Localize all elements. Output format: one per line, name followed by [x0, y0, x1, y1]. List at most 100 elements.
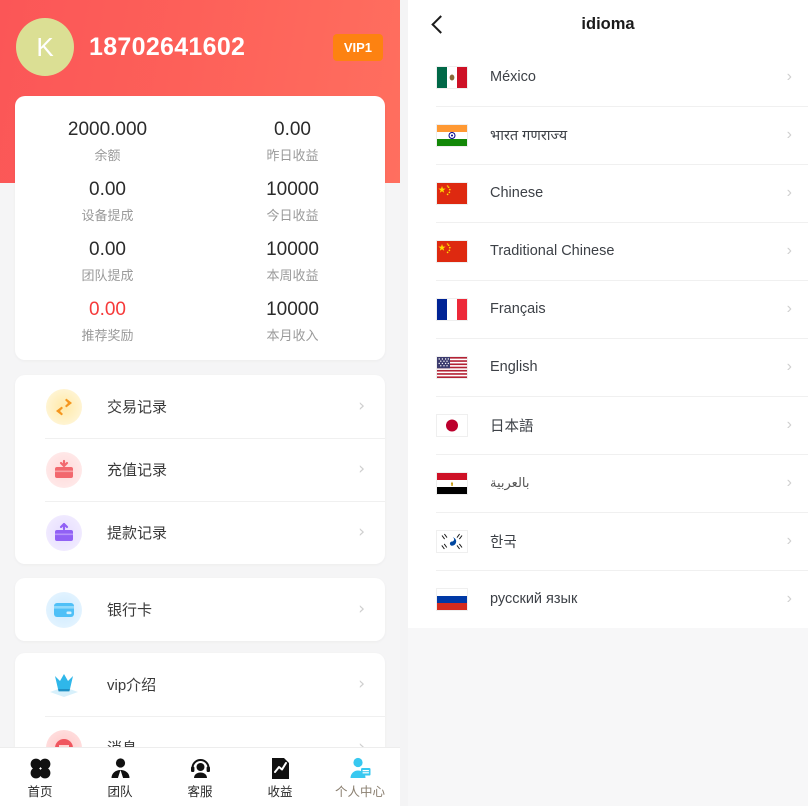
profile-header: K 18702641602 VIP1 [0, 16, 400, 78]
stat-value: 10000 [266, 239, 319, 260]
chevron-right-icon: › [358, 459, 365, 479]
flag-icon-mx [436, 65, 468, 89]
language-name: русский язык [490, 591, 578, 607]
menu-item-label: 充值记录 [107, 462, 168, 479]
chevron-right-icon: › [786, 416, 792, 433]
language-item-in[interactable]: भारत गणराज्य › [408, 106, 808, 164]
avatar[interactable]: K [16, 18, 74, 76]
stat-label: 本月收入 [266, 328, 319, 343]
records-menu-group: 交易记录 › 充值记录 › 提款记录 › [15, 375, 385, 564]
flag-icon-kr [436, 529, 468, 553]
chevron-right-icon: › [358, 522, 365, 542]
bank-card-icon [46, 591, 82, 628]
chevron-right-icon: › [786, 242, 792, 259]
flag-icon-in [436, 123, 468, 147]
language-list: México › भारत गणराज्य › Chinese › Traditional … [408, 48, 808, 628]
tab-chart[interactable]: 收益 [240, 748, 320, 806]
stat-value: 0.00 [274, 119, 311, 140]
menu-item-label: vip介绍 [107, 677, 157, 694]
team-icon [108, 755, 133, 781]
back-button[interactable] [420, 0, 460, 48]
grid-icon [28, 755, 53, 781]
language-name: Traditional Chinese [490, 243, 615, 259]
tab-headset[interactable]: 客服 [160, 748, 240, 806]
stat-label: 今日收益 [266, 208, 319, 223]
language-panel: idioma México › भारत गणराज्य › Chinese › Tradi… [408, 0, 808, 806]
language-item-cn[interactable]: Traditional Chinese › [408, 222, 808, 280]
language-name: भारत गणराज्य [490, 128, 568, 144]
stat-label: 设备提成 [81, 208, 134, 223]
language-item-jp[interactable]: 日本語 › [408, 396, 808, 454]
language-item-kr[interactable]: 한국 › [408, 512, 808, 570]
chevron-right-icon: › [786, 590, 792, 607]
tab-grid[interactable]: 首页 [0, 748, 80, 806]
headset-icon [188, 755, 213, 781]
stat-value: 0.00 [89, 239, 126, 260]
bank-menu-group: 银行卡 › [15, 578, 385, 641]
flag-icon-cn [436, 239, 468, 263]
tab-person-card[interactable]: 个人中心 [320, 748, 400, 806]
stat-label: 推荐奖励 [81, 328, 134, 343]
avatar-letter: K [36, 31, 54, 62]
flag-icon-us [436, 355, 468, 379]
flag-icon-jp [436, 413, 468, 437]
bottom-tab-bar: 首页 团队 客服 收益 个人中心 [0, 747, 400, 806]
menu-item-2[interactable]: 充值记录 › [15, 438, 385, 501]
exchange-icon [46, 388, 82, 425]
stat-cell: 10000 本月收入 [200, 288, 385, 348]
language-item-cn[interactable]: Chinese › [408, 164, 808, 222]
language-item-eg[interactable]: بالعربية › [408, 454, 808, 512]
tab-team[interactable]: 团队 [80, 748, 160, 806]
flag-icon-ru [436, 587, 468, 611]
withdraw-icon [46, 514, 82, 551]
chart-icon [268, 755, 293, 781]
language-name: Chinese [490, 185, 544, 201]
stat-label: 本周收益 [266, 268, 319, 283]
menu-item-1[interactable]: vip介绍 › [15, 653, 385, 716]
language-header: idioma [408, 0, 808, 48]
language-name: 日本語 [490, 418, 534, 435]
stat-value: 0.00 [89, 179, 126, 200]
chevron-right-icon: › [786, 474, 792, 491]
language-name: México [490, 69, 536, 85]
menu-item-label: 银行卡 [107, 602, 153, 619]
stats-card: 2000.000 余额 0.00 昨日收益 0.00 设备提成 10000 今日收益 0.00 团… [15, 96, 385, 360]
menu-item-label: 交易记录 [107, 399, 168, 416]
language-name: Français [490, 301, 546, 317]
menu-item-1[interactable]: 交易记录 › [15, 375, 385, 438]
chevron-right-icon: › [786, 358, 792, 375]
tab-label: 收益 [267, 785, 293, 799]
stat-cell: 10000 今日收益 [200, 168, 385, 228]
menu-item-3[interactable]: 提款记录 › [15, 501, 385, 564]
language-item-mx[interactable]: México › [408, 48, 808, 106]
tab-label: 团队 [107, 785, 133, 799]
app-screen: K 18702641602 VIP1 2000.000 余额 0.00 昨日收益 0.0… [0, 0, 808, 806]
language-item-fr[interactable]: Français › [408, 280, 808, 338]
tab-label: 首页 [27, 785, 53, 799]
stat-cell: 0.00 推荐奖励 [15, 288, 200, 348]
chevron-right-icon: › [786, 184, 792, 201]
vip-intro-icon [46, 667, 82, 703]
chevron-right-icon: › [786, 300, 792, 317]
chevron-right-icon: › [786, 126, 792, 143]
stat-value: 0.00 [89, 299, 126, 320]
language-item-ru[interactable]: русский язык › [408, 570, 808, 628]
stat-cell: 2000.000 余额 [15, 108, 200, 168]
language-item-us[interactable]: English › [408, 338, 808, 396]
language-name: English [490, 359, 538, 375]
chevron-right-icon: › [358, 599, 365, 619]
flag-icon-cn [436, 181, 468, 205]
panel-divider [400, 0, 408, 806]
menu-item-1[interactable]: 银行卡 › [15, 578, 385, 641]
flag-icon-fr [436, 297, 468, 321]
vip-level-badge[interactable]: VIP1 [332, 33, 383, 61]
chevron-right-icon: › [786, 532, 792, 549]
stat-value: 10000 [266, 299, 319, 320]
language-name: بالعربية [490, 475, 530, 490]
stat-cell: 0.00 昨日收益 [200, 108, 385, 168]
menu-item-label: 提款记录 [107, 525, 168, 542]
flag-icon-eg [436, 471, 468, 495]
tab-label: 客服 [187, 785, 213, 799]
tab-label: 个人中心 [334, 785, 385, 799]
stat-value: 10000 [266, 179, 319, 200]
